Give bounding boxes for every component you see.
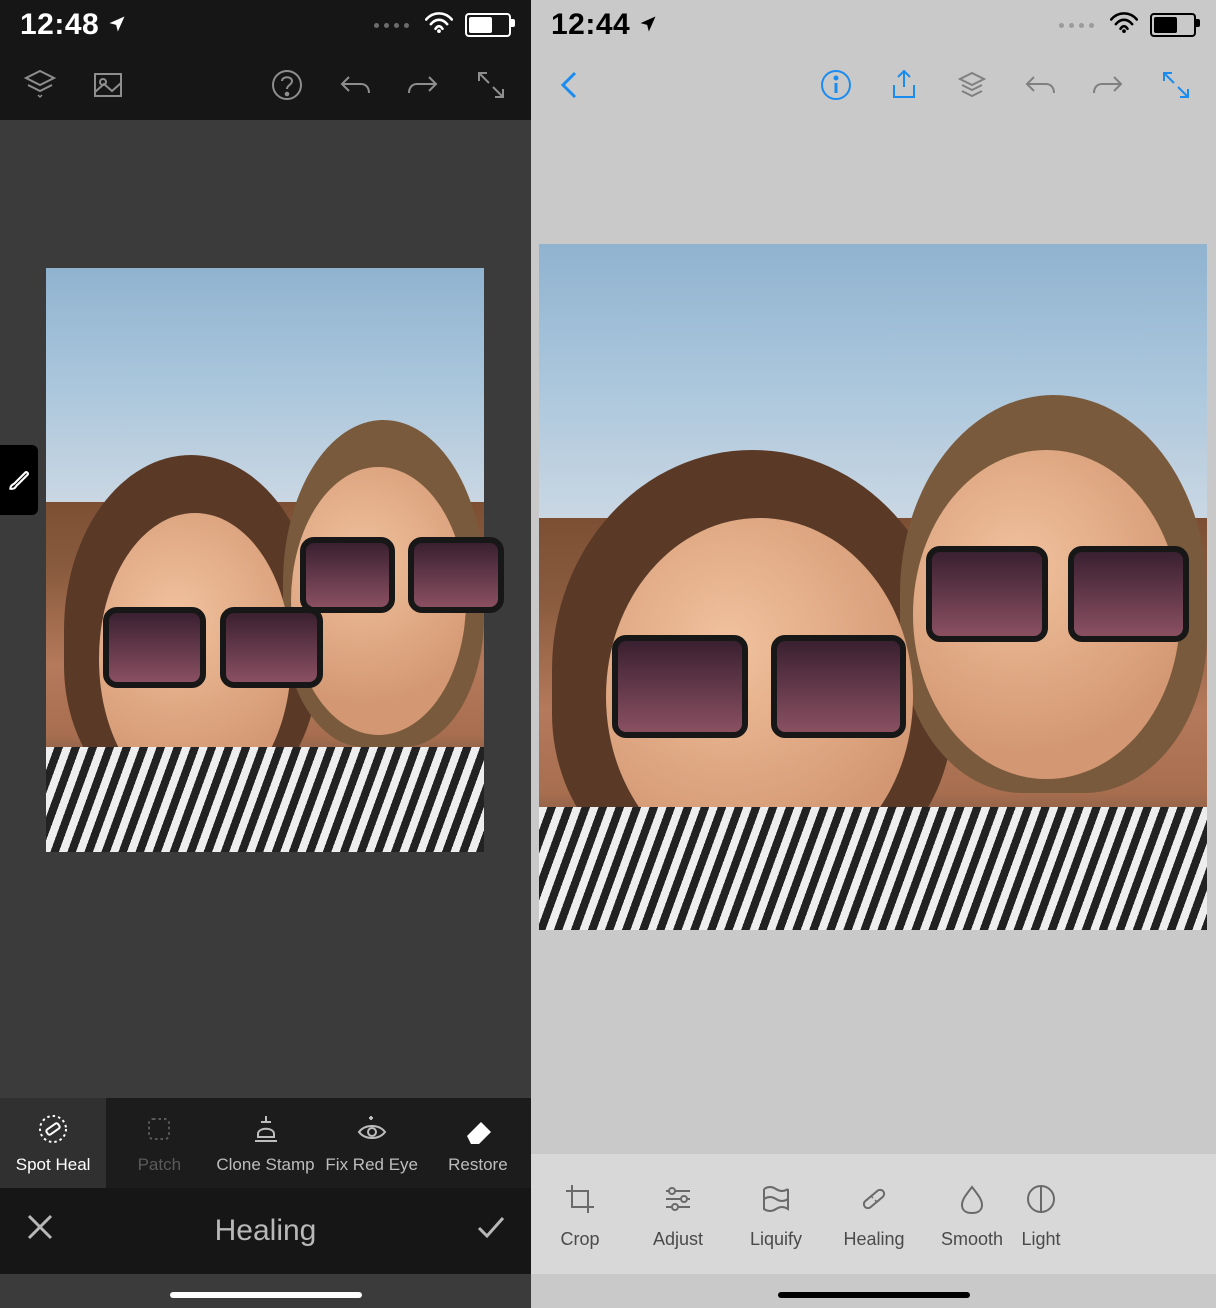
- photo-preview[interactable]: [539, 244, 1207, 930]
- pager-dots: [1059, 23, 1094, 28]
- tool-healing[interactable]: Healing: [825, 1154, 923, 1274]
- battery-icon: [465, 13, 511, 37]
- left-screenshot: 12:48: [0, 0, 531, 1308]
- tool-patch[interactable]: Patch: [106, 1098, 212, 1188]
- tool-light[interactable]: Light: [1021, 1154, 1061, 1274]
- tool-label: Crop: [560, 1229, 599, 1250]
- tool-label: Smooth: [941, 1229, 1003, 1250]
- location-icon: [107, 8, 127, 42]
- red-eye-icon: [354, 1111, 390, 1147]
- tool-liquify[interactable]: Liquify: [727, 1154, 825, 1274]
- help-icon[interactable]: [267, 65, 307, 105]
- redo-icon[interactable]: [1088, 65, 1128, 105]
- status-time: 12:44: [551, 8, 630, 42]
- wifi-icon: [425, 8, 453, 42]
- redo-icon[interactable]: [403, 65, 443, 105]
- adjust-icon: [658, 1179, 698, 1219]
- tool-label: Patch: [138, 1155, 181, 1175]
- layers-icon[interactable]: [952, 65, 992, 105]
- crop-icon: [560, 1179, 600, 1219]
- cancel-button[interactable]: [22, 1209, 58, 1253]
- light-icon: [1021, 1179, 1061, 1219]
- image-icon[interactable]: [88, 65, 128, 105]
- smooth-icon: [952, 1179, 992, 1219]
- tool-restore[interactable]: Restore: [425, 1098, 531, 1188]
- tool-label: Restore: [448, 1155, 508, 1175]
- tool-label: Fix Red Eye: [325, 1155, 418, 1175]
- healing-icon: [854, 1179, 894, 1219]
- undo-icon[interactable]: [335, 65, 375, 105]
- tool-spot-heal[interactable]: Spot Heal: [0, 1098, 106, 1188]
- tool-fix-red-eye[interactable]: Fix Red Eye: [319, 1098, 425, 1188]
- patch-icon: [141, 1111, 177, 1147]
- home-indicator[interactable]: [170, 1292, 362, 1298]
- main-tool-row[interactable]: Crop Adjust Liquify Healing Smooth Light: [531, 1154, 1216, 1274]
- photo-preview[interactable]: [46, 268, 484, 852]
- brush-panel-tab[interactable]: [0, 445, 38, 515]
- share-icon[interactable]: [884, 65, 924, 105]
- confirm-bar: Healing: [0, 1188, 531, 1274]
- tool-adjust[interactable]: Adjust: [629, 1154, 727, 1274]
- layers-icon[interactable]: [20, 65, 60, 105]
- battery-icon: [1150, 13, 1196, 37]
- home-indicator[interactable]: [778, 1292, 970, 1298]
- top-toolbar: [531, 50, 1216, 120]
- back-icon[interactable]: [551, 65, 591, 105]
- location-icon: [638, 8, 658, 42]
- mode-title: Healing: [58, 1214, 473, 1248]
- undo-icon[interactable]: [1020, 65, 1060, 105]
- status-time: 12:48: [20, 8, 99, 42]
- tool-label: Clone Stamp: [216, 1155, 314, 1175]
- tool-label: Light: [1021, 1229, 1060, 1250]
- tool-clone-stamp[interactable]: Clone Stamp: [212, 1098, 318, 1188]
- liquify-icon: [756, 1179, 796, 1219]
- info-icon[interactable]: [816, 65, 856, 105]
- apply-button[interactable]: [473, 1209, 509, 1253]
- status-bar: 12:44: [531, 0, 1216, 50]
- tool-label: Spot Heal: [16, 1155, 91, 1175]
- eraser-icon: [460, 1111, 496, 1147]
- tool-label: Healing: [843, 1229, 904, 1250]
- tool-crop[interactable]: Crop: [531, 1154, 629, 1274]
- wifi-icon: [1110, 8, 1138, 42]
- fullscreen-icon[interactable]: [1156, 65, 1196, 105]
- top-toolbar: [0, 50, 531, 120]
- healing-tool-row: Spot Heal Patch Clone Stamp Fix Red Eye …: [0, 1098, 531, 1188]
- tool-label: Adjust: [653, 1229, 703, 1250]
- clone-stamp-icon: [248, 1111, 284, 1147]
- tool-label: Liquify: [750, 1229, 802, 1250]
- tool-smooth[interactable]: Smooth: [923, 1154, 1021, 1274]
- spot-heal-icon: [35, 1111, 71, 1147]
- pager-dots: [374, 23, 409, 28]
- status-bar: 12:48: [0, 0, 531, 50]
- fullscreen-icon[interactable]: [471, 65, 511, 105]
- right-screenshot: 12:44: [531, 0, 1216, 1308]
